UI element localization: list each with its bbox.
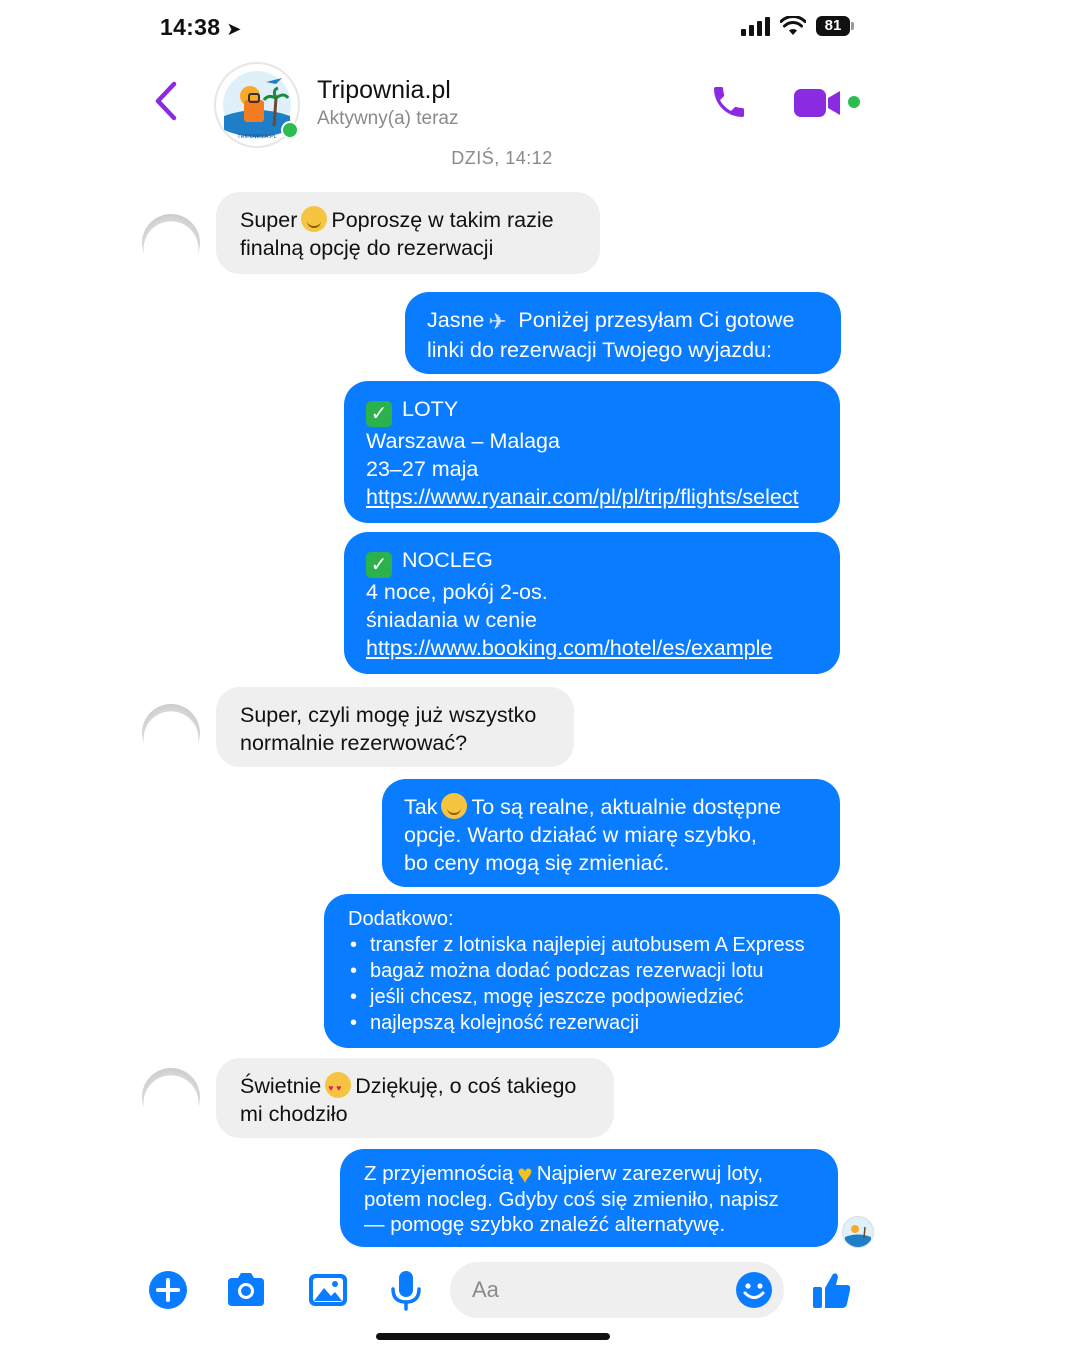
hotel-link[interactable]: https://www.booking.com/hotel/es/example xyxy=(366,634,818,662)
message-bubble-outgoing[interactable]: ✓ LOTY Warszawa – Malaga 23–27 maja https… xyxy=(344,381,840,523)
contact-status: Aktywny(a) teraz xyxy=(317,108,459,129)
emoji-button[interactable] xyxy=(732,1268,776,1312)
message-line: mi chodziło xyxy=(240,1102,348,1126)
message-line: Super, czyli mogę już wszystko xyxy=(240,703,537,727)
seen-receipt-avatar xyxy=(842,1216,874,1248)
online-indicator xyxy=(281,121,299,139)
back-button[interactable] xyxy=(148,78,184,124)
smiling-face-emoji-icon xyxy=(441,793,468,819)
plus-icon xyxy=(149,1271,187,1309)
message-bubble-outgoing[interactable]: ✓ NOCLEG 4 noce, pokój 2-os. śniadania w … xyxy=(344,532,840,674)
message-bubble-incoming[interactable]: Super Poproszę w takim razie finalną opcj… xyxy=(216,192,600,274)
message-line: finalną opcję do rezerwacji xyxy=(240,236,494,260)
message-bubble-outgoing[interactable]: Dodatkowo: transfer z lotniska najlepiej… xyxy=(324,894,840,1048)
message-line: Warszawa – Malaga xyxy=(366,429,560,453)
message-line: ✓ NOCLEG xyxy=(366,546,818,578)
message-line: potem nocleg. Gdyby coś się zmieniło, na… xyxy=(364,1188,779,1211)
check-mark-emoji-icon: ✓ xyxy=(366,401,392,427)
status-indicators: 81 xyxy=(741,16,854,36)
message-line: linki do rezerwacji Twojego wyjazdu: xyxy=(427,338,772,362)
home-indicator[interactable] xyxy=(376,1333,610,1340)
emoji-icon xyxy=(736,1272,772,1308)
message-line: Dodatkowo: xyxy=(348,908,454,930)
audio-call-button[interactable] xyxy=(709,82,749,122)
message-text: Z przyjemnością xyxy=(364,1162,514,1185)
message-bubble-incoming[interactable]: Świetnie Dziękuję, o coś takiego mi chodz… xyxy=(216,1058,614,1138)
sender-avatar[interactable] xyxy=(142,214,200,272)
message-input-placeholder: Aa xyxy=(472,1277,499,1302)
yellow-heart-emoji-icon: ♥ xyxy=(517,1159,533,1189)
message-line: 4 noce, pokój 2-os. xyxy=(366,580,548,604)
message-bubble-outgoing[interactable]: Z przyjemnością ♥ Najpierw zarezerwuj loty… xyxy=(340,1149,838,1247)
message-text: najlepszą kolejność rezerwacji xyxy=(370,1012,640,1034)
message-line: Super Poproszę w takim razie xyxy=(240,206,576,234)
list-item-continuation: najlepszą kolejność rezerwacji xyxy=(350,1010,820,1036)
message-line: opcje. Warto działać w miarę szybko, xyxy=(404,823,757,847)
chat-screen: 14:38 ➤ 81 TRIPOWNIA.PL Tripownia.pl Akt… xyxy=(124,0,880,1350)
message-line: ✓ LOTY xyxy=(366,395,818,427)
video-call-button[interactable] xyxy=(792,86,844,120)
message-text: Świetnie xyxy=(240,1074,322,1098)
logo-text: TRIPOWNIA.PL xyxy=(237,134,276,140)
message-text: Najpierw zarezerwuj loty, xyxy=(536,1162,764,1185)
microphone-icon xyxy=(391,1271,421,1311)
tips-list: transfer z lotniska najlepiej autobusem … xyxy=(348,932,820,1036)
message-line: — pomogę szybko znaleźć alternatywę. xyxy=(364,1213,726,1236)
message-text: NOCLEG xyxy=(402,548,493,572)
message-line: 23–27 maja xyxy=(366,457,479,481)
list-item: bagaż można dodać podczas rezerwacji lot… xyxy=(350,958,820,984)
cellular-signal-icon xyxy=(741,16,770,36)
flights-link[interactable]: https://www.ryanair.com/pl/pl/trip/fligh… xyxy=(366,483,818,511)
message-text: Poproszę w takim razie xyxy=(331,208,554,232)
list-item: jeśli chcesz, mogę jeszcze podpowiedzieć xyxy=(350,984,820,1010)
message-text: LOTY xyxy=(402,397,459,421)
video-camera-icon xyxy=(794,89,840,117)
video-online-indicator xyxy=(848,96,860,108)
camera-icon xyxy=(228,1273,264,1306)
more-actions-button[interactable] xyxy=(146,1268,190,1312)
message-text: Super xyxy=(240,208,298,232)
message-line: Jasne ✈ Poniżej przesyłam Ci gotowe xyxy=(427,306,819,336)
phone-icon xyxy=(714,87,744,117)
smiling-face-emoji-icon xyxy=(301,206,328,232)
status-time: 14:38 ➤ xyxy=(160,14,242,41)
message-text: Tak xyxy=(404,795,438,819)
sender-avatar[interactable] xyxy=(142,704,200,762)
voice-message-button[interactable] xyxy=(384,1268,428,1312)
message-line: Tak To są realne, aktualnie dostępne xyxy=(404,793,818,821)
check-mark-emoji-icon: ✓ xyxy=(366,552,392,578)
seen-logo-icon xyxy=(845,1225,871,1247)
message-line: Z przyjemnością ♥ Najpierw zarezerwuj loty… xyxy=(364,1161,814,1187)
message-line: śniadania w cenie xyxy=(366,608,537,632)
sender-avatar[interactable] xyxy=(142,1068,200,1126)
message-line: normalnie rezerwować? xyxy=(240,731,468,755)
heart-eyes-emoji-icon xyxy=(325,1072,352,1102)
date-separator: DZIŚ, 14:12 xyxy=(451,148,553,168)
status-time-text: 14:38 xyxy=(160,14,221,40)
location-arrow-icon: ➤ xyxy=(226,19,242,39)
message-line: Świetnie Dziękuję, o coś takiego xyxy=(240,1072,590,1102)
message-text: To są realne, aktualnie dostępne xyxy=(471,795,782,819)
image-icon xyxy=(309,1274,347,1306)
message-text: Jasne xyxy=(427,308,485,332)
camera-button[interactable] xyxy=(224,1268,268,1312)
message-bubble-outgoing[interactable]: Tak To są realne, aktualnie dostępne opcj… xyxy=(382,779,840,887)
message-line: bo ceny mogą się zmieniać. xyxy=(404,851,670,875)
wifi-icon xyxy=(780,16,806,35)
battery-icon: 81 xyxy=(816,16,854,36)
contact-name[interactable]: Tripownia.pl xyxy=(317,76,451,105)
message-bubble-outgoing[interactable]: Jasne ✈ Poniżej przesyłam Ci gotowe linki … xyxy=(405,292,841,374)
message-bubble-incoming[interactable]: Super, czyli mogę już wszystko normalnie… xyxy=(216,687,574,767)
list-item: transfer z lotniska najlepiej autobusem … xyxy=(350,932,820,958)
gallery-button[interactable] xyxy=(306,1268,350,1312)
thumbs-up-icon xyxy=(813,1273,851,1308)
battery-level: 81 xyxy=(824,17,842,34)
message-text: Poniżej przesyłam Ci gotowe xyxy=(518,308,795,332)
back-chevron-icon xyxy=(155,81,177,121)
message-text: Dziękuję, o coś takiego xyxy=(355,1074,577,1098)
like-button[interactable] xyxy=(810,1268,854,1312)
airplane-emoji-icon: ✈ xyxy=(488,309,507,334)
